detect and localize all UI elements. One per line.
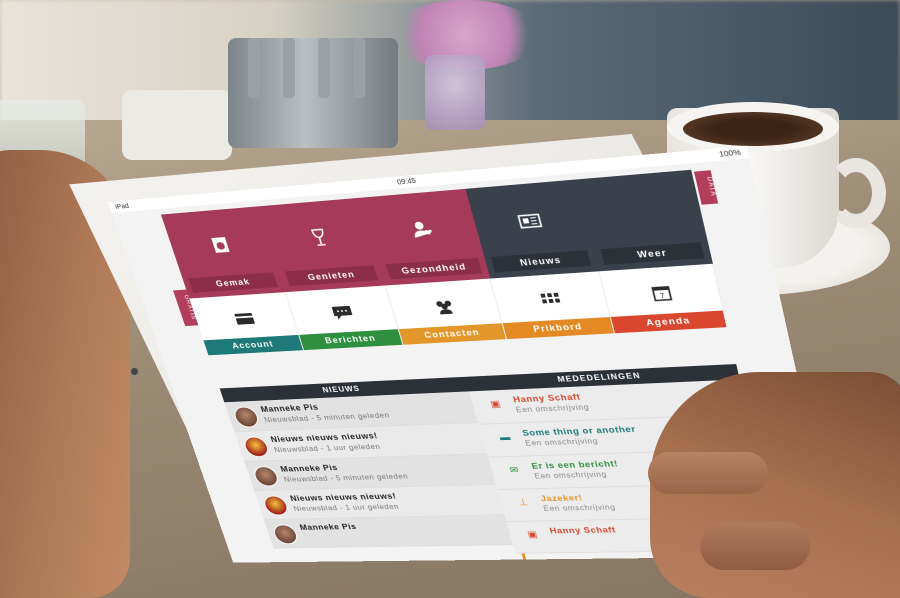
tile-berichten[interactable]: Berichten <box>285 285 404 351</box>
message-title: Er is een bericht! <box>530 459 620 471</box>
card-icon <box>232 310 256 327</box>
wine-glass-icon <box>307 228 332 247</box>
tile-agenda[interactable]: 7 Agenda <box>599 263 728 334</box>
chat-icon: ✉ <box>508 465 520 476</box>
tile-account[interactable]: Account <box>189 292 305 356</box>
grid-icon <box>537 290 563 309</box>
chat-icon <box>329 304 354 322</box>
news-subtitle: Nieuwsblad - 1 uur geleden <box>273 442 382 454</box>
message-subtitle: Een omschrijving <box>533 470 608 481</box>
person-heart-icon <box>409 220 435 239</box>
news-item[interactable]: Nieuws nieuws nieuws! Nieuwsblad - 1 uur… <box>254 484 505 520</box>
tile-label: Berichten <box>299 329 403 351</box>
avatar <box>251 465 281 487</box>
news-title: Manneke Pis <box>259 402 320 414</box>
people-icon <box>431 297 457 315</box>
calendar-icon: ▣ <box>489 399 502 410</box>
camera-icon <box>131 368 138 375</box>
message-subtitle: Een omschrijving <box>524 436 599 448</box>
tile-label: Weer <box>600 242 705 265</box>
device-name: iPad <box>114 202 130 211</box>
tile-label: Account <box>203 334 304 356</box>
svg-text:7: 7 <box>659 293 665 300</box>
tile-label: Gemak <box>188 272 278 293</box>
tile-label: Genieten <box>285 265 378 287</box>
tile-label: Contacten <box>398 323 506 345</box>
message-title: Jazeker! <box>539 493 584 504</box>
tile-contacten[interactable]: Contacten <box>385 278 508 345</box>
card-icon: ▬ <box>498 432 512 443</box>
message-subtitle: Een omschrijving <box>542 503 617 513</box>
message-title: Hanny Schaft <box>548 525 617 536</box>
pin-icon: ⊥ <box>517 498 530 508</box>
news-list: Manneke Pis Nieuwsblad - 5 minuten geled… <box>224 391 514 549</box>
news-title: Manneke Pis <box>279 463 339 474</box>
clock: 09:45 <box>396 177 417 186</box>
message-title: Some thing or another <box>521 424 637 438</box>
tile-label: Nieuws <box>490 250 592 273</box>
news-item[interactable]: Manneke Pis <box>264 515 514 549</box>
message-title: Hanny Schaft <box>511 392 582 405</box>
tile-label: Agenda <box>610 310 727 334</box>
news-subtitle: Nieuwsblad - 5 minuten geleden <box>263 411 391 425</box>
avatar <box>271 524 300 545</box>
washing-machine-icon <box>208 236 233 254</box>
tile-label: Gezondheid <box>385 257 483 280</box>
news-subtitle: Nieuwsblad - 5 minuten geleden <box>282 472 410 484</box>
tile-weer[interactable]: Weer <box>575 169 713 272</box>
news-title: Manneke Pis <box>298 522 358 532</box>
calendar-icon: ▣ <box>526 530 539 540</box>
news-title: Nieuws nieuws nieuws! <box>269 431 379 444</box>
message-subtitle: Een omschrijving <box>514 402 591 415</box>
battery: 100% <box>718 148 742 159</box>
newspaper-icon <box>516 211 543 231</box>
tile-label: Prikbord <box>502 317 614 340</box>
news-title: Nieuws nieuws nieuws! <box>288 491 398 503</box>
avatar <box>231 406 261 428</box>
calendar-icon: 7 <box>648 283 675 302</box>
right-index-finger <box>648 452 768 494</box>
news-subtitle: Nieuwsblad - 1 uur geleden <box>292 502 400 513</box>
avatar <box>241 436 271 458</box>
avatar <box>261 495 291 516</box>
tile-prikbord[interactable]: Prikbord <box>490 271 615 340</box>
right-thumb <box>700 522 810 570</box>
